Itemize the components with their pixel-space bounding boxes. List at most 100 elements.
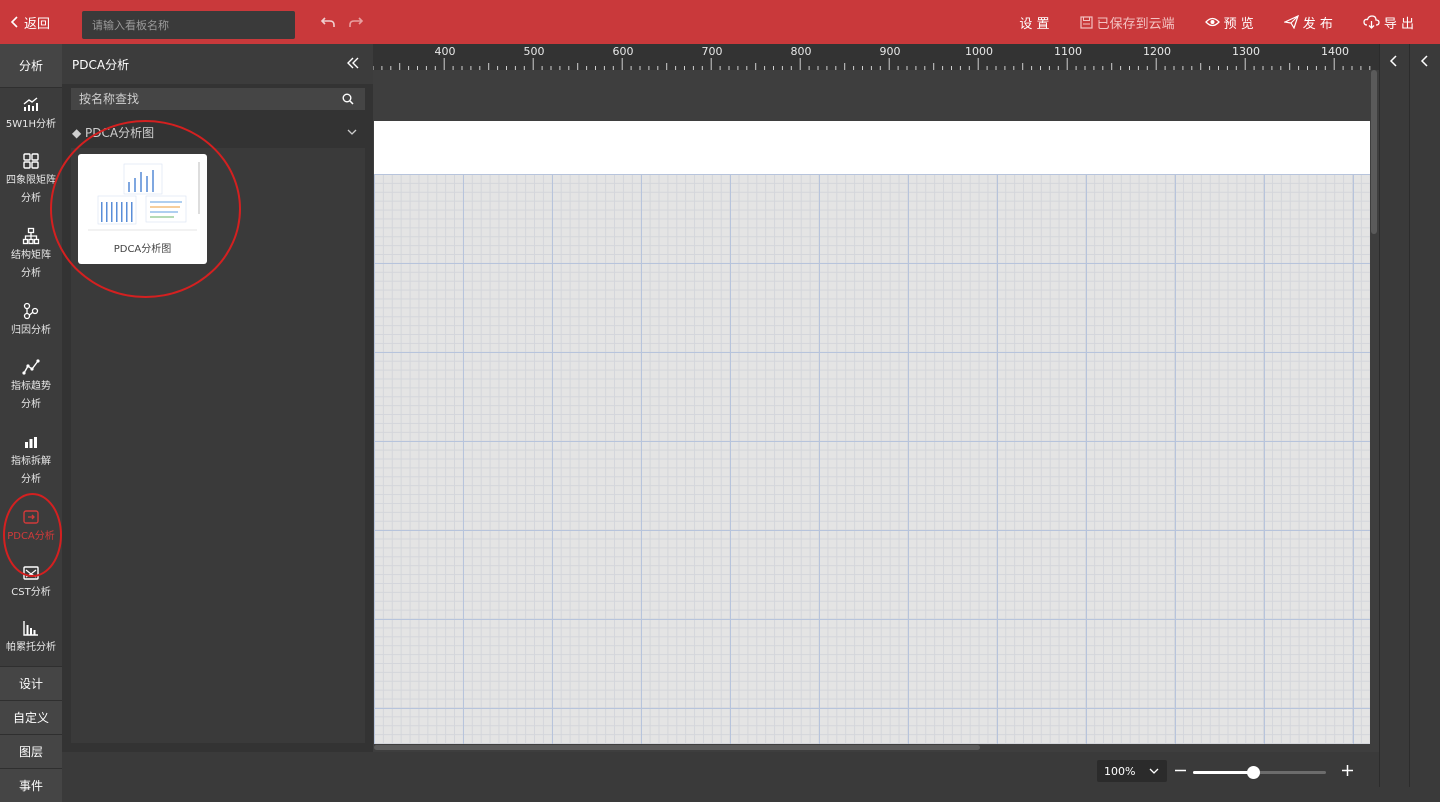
vertical-scrollbar[interactable] <box>1371 70 1377 234</box>
nav-item-label: 结构矩阵 <box>11 250 51 261</box>
nav-design-label: 设计 <box>18 677 43 691</box>
nav-item-label-2: 分析 <box>21 474 41 485</box>
paper-plane-icon <box>1283 15 1299 29</box>
nav-item-breakdown[interactable]: 指标拆解 分析 <box>0 433 62 489</box>
chart-growth-icon <box>23 97 38 111</box>
nav-item-label: 归因分析 <box>11 325 51 336</box>
nav-item-attribution[interactable]: 归因分析 <box>0 302 62 340</box>
pdca-chart-card[interactable]: PDCA分析图 <box>78 154 207 264</box>
pareto-icon <box>23 621 38 636</box>
chevron-left-icon[interactable] <box>1388 54 1400 68</box>
nav-item-label: 指标拆解 <box>11 456 51 467</box>
ruler-label: 1100 <box>1054 45 1082 58</box>
ruler-label: 700 <box>701 45 723 58</box>
nav-item-5w1h[interactable]: 5W1H分析 <box>0 96 62 134</box>
zoom-slider-fill <box>1193 771 1253 774</box>
zoom-in-icon[interactable] <box>1341 764 1354 777</box>
grid-quad-icon <box>23 153 39 169</box>
nav-item-trend[interactable]: 指标趋势 分析 <box>0 358 62 414</box>
saved-status: 已保存到云端 <box>1079 13 1175 32</box>
pdca-thumbnail-image <box>88 162 200 231</box>
nav-section-custom[interactable]: 自定义 <box>0 700 62 734</box>
ruler-label: 400 <box>434 45 456 58</box>
nav-layers-label: 图层 <box>18 745 43 759</box>
group-title: ◆ PDCA分析图 <box>72 126 155 140</box>
nav-item-label: 指标趋势 <box>11 381 51 392</box>
nav-item-label: 四象限矩阵 <box>6 175 56 186</box>
top-bar: 返回 设 置 已保存到云端 预 览 发 布 导 出 <box>0 0 1440 44</box>
nav-item-quadrant[interactable]: 四象限矩阵 分析 <box>0 152 62 208</box>
left-nav: 分析 5W1H分析 四象限矩阵 分析 结构矩阵 分析 归因分析 指标趋势 分析 … <box>0 44 62 802</box>
settings-button[interactable]: 设 置 <box>1019 13 1049 32</box>
ruler-label: 600 <box>612 45 634 58</box>
zoom-value: 100% <box>1104 764 1136 778</box>
trend-line-icon <box>22 359 40 375</box>
group-header[interactable]: ◆ PDCA分析图 <box>72 124 366 146</box>
double-chevron-left-icon[interactable] <box>346 56 360 70</box>
pdca-icon <box>23 510 39 524</box>
nav-section-layers[interactable]: 图层 <box>0 734 62 768</box>
panel-title: PDCA分析 <box>72 58 130 72</box>
card-label: PDCA分析图 <box>113 244 172 255</box>
ruler-label: 1300 <box>1232 45 1260 58</box>
saved-label: 已保存到云端 <box>1096 16 1175 32</box>
undo-icon[interactable] <box>320 14 336 30</box>
export-label: 导 出 <box>1383 16 1414 32</box>
nav-item-label-2: 分析 <box>21 268 41 279</box>
eye-icon <box>1204 17 1220 27</box>
canvas-header-region[interactable] <box>374 121 1370 174</box>
nav-item-label: 5W1H分析 <box>5 119 57 130</box>
ruler-label: 1000 <box>965 45 993 58</box>
zoom-slider-thumb[interactable] <box>1246 766 1260 779</box>
toolbar-actions: 设 置 已保存到云端 预 览 发 布 导 出 <box>989 0 1414 44</box>
attribution-icon <box>23 302 39 320</box>
component-search-input[interactable] <box>71 88 365 110</box>
publish-button[interactable]: 发 布 <box>1283 13 1333 32</box>
dashboard-name-input[interactable] <box>82 11 295 39</box>
nav-analysis-label: 分析 <box>18 59 43 73</box>
zoom-select[interactable]: 100% <box>1097 760 1167 782</box>
nav-item-label-2: 分析 <box>21 193 41 204</box>
ruler-label: 1200 <box>1143 45 1171 58</box>
nav-custom-label: 自定义 <box>12 711 49 725</box>
save-icon <box>1079 15 1093 29</box>
export-button[interactable]: 导 出 <box>1363 13 1414 32</box>
ruler-label: 500 <box>523 45 545 58</box>
publish-label: 发 布 <box>1302 16 1333 32</box>
chevron-left-icon <box>10 16 18 28</box>
chevron-left-icon[interactable] <box>1419 54 1431 68</box>
zoom-slider[interactable] <box>1193 766 1326 779</box>
component-panel: PDCA分析 ◆ PDCA分析图 PDCA分析图 <box>50 44 373 787</box>
chevron-down-icon[interactable] <box>346 127 358 137</box>
nav-item-label: 帕累托分析 <box>6 642 56 653</box>
nav-item-pareto[interactable]: 帕累托分析 <box>0 619 62 657</box>
horizontal-scrollbar[interactable] <box>374 745 980 750</box>
nav-item-label: CST分析 <box>11 587 51 598</box>
preview-label: 预 览 <box>1223 16 1254 32</box>
nav-section-analysis[interactable]: 分析 <box>0 44 62 88</box>
nav-item-cst[interactable]: CST分析 <box>0 564 62 602</box>
ruler-label: 900 <box>879 45 901 58</box>
hierarchy-icon <box>22 227 40 245</box>
canvas-grid[interactable] <box>374 174 1370 744</box>
ruler-label: 1400 <box>1321 45 1349 58</box>
nav-section-events[interactable]: 事件 <box>0 768 62 802</box>
search-icon[interactable] <box>342 93 354 105</box>
ruler-label: 800 <box>790 45 812 58</box>
settings-label: 设 置 <box>1019 16 1050 32</box>
chevron-down-icon <box>1149 768 1159 774</box>
nav-section-design[interactable]: 设计 <box>0 666 62 700</box>
redo-icon[interactable] <box>348 14 364 30</box>
cloud-download-icon <box>1363 15 1380 29</box>
horizontal-ruler: 400 500 600 700 800 900 1000 1100 1200 1300 1400 <box>373 44 1379 70</box>
nav-item-structure[interactable]: 结构矩阵 分析 <box>0 227 62 283</box>
nav-item-pdca[interactable]: PDCA分析 <box>0 508 62 546</box>
nav-events-label: 事件 <box>18 779 43 793</box>
panel-header: PDCA分析 <box>62 44 373 84</box>
back-button[interactable]: 返回 <box>10 12 50 32</box>
bars-icon <box>25 437 37 448</box>
zoom-out-icon[interactable] <box>1174 764 1187 777</box>
preview-button[interactable]: 预 览 <box>1204 13 1254 32</box>
right-panel-divider <box>1409 44 1410 787</box>
nav-item-label: PDCA分析 <box>7 531 55 542</box>
